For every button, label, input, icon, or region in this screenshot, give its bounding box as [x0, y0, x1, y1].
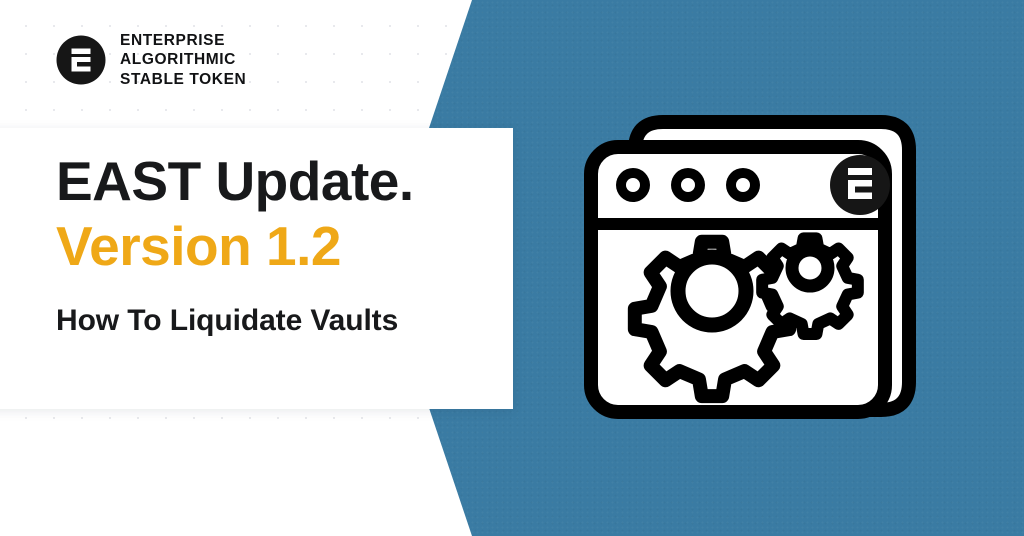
east-e-monogram-icon [56, 35, 106, 85]
browser-window-gears-illustration [575, 92, 945, 442]
east-e-monogram-icon [830, 155, 890, 215]
headline-subtitle: How To Liquidate Vaults [56, 303, 399, 337]
wordmark-line-1: ENTERPRISE [120, 32, 226, 49]
small-gear-icon [756, 232, 864, 341]
brand-logo-lockup: ENTERPRISE ALGORITHMIC STABLE TOKEN [56, 32, 246, 89]
wordmark-line-2: ALGORITHMIC [120, 51, 236, 69]
brand-wordmark: ENTERPRISE ALGORITHMIC STABLE TOKEN [120, 32, 246, 89]
window-titlebar-dots [616, 168, 760, 202]
headline-version: Version 1.2 [56, 215, 341, 278]
large-gear-icon [627, 234, 797, 404]
wordmark-line-3: STABLE TOKEN [120, 70, 247, 88]
headline-primary: EAST Update. [56, 150, 414, 212]
banner-canvas: ENTERPRISE ALGORITHMIC STABLE TOKEN EAST… [0, 0, 1024, 536]
headline-text-block: EAST Update. Version 1.2 How To Liquidat… [56, 152, 497, 337]
headline-card: EAST Update. Version 1.2 How To Liquidat… [0, 128, 513, 409]
